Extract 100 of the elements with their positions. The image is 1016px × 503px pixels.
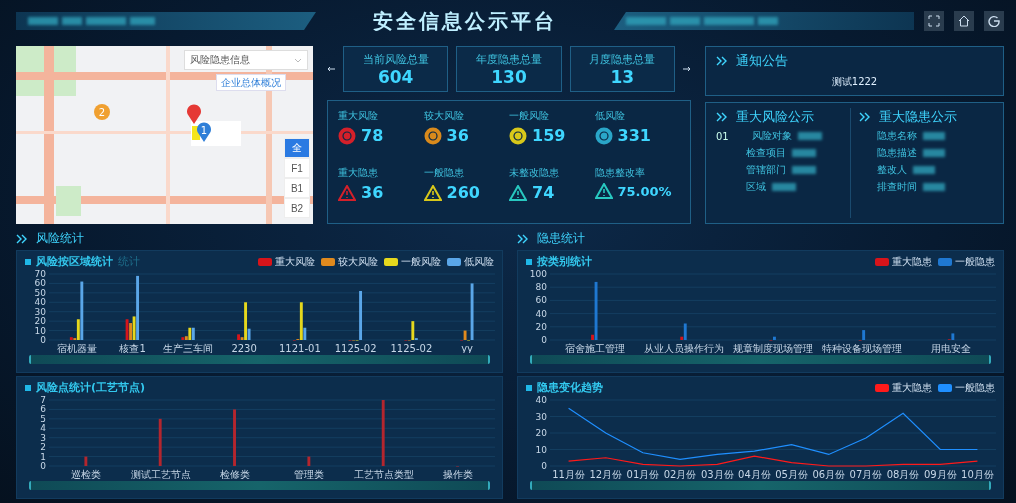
category-label: 工艺节点类型 — [353, 469, 414, 479]
logout-button[interactable] — [984, 11, 1004, 31]
redacted-value — [923, 183, 945, 191]
category-label: 05月份 — [775, 469, 808, 479]
zoom-slider[interactable] — [29, 355, 490, 364]
stat-value: 36 — [446, 126, 469, 145]
legend-swatch[interactable] — [258, 257, 272, 266]
legend-swatch[interactable] — [875, 257, 889, 266]
floor-button[interactable]: B2 — [284, 198, 310, 218]
legend-label: 重大隐患 — [892, 380, 932, 395]
total-label: 年度隐患总量 — [476, 51, 542, 67]
legend-label: 一般隐患 — [955, 254, 995, 269]
floor-button[interactable]: F1 — [284, 158, 310, 178]
category-label: 用电安全 — [931, 343, 972, 353]
field-label: 排查时间 — [877, 180, 917, 194]
category-label: 测试工艺节点 — [130, 469, 191, 479]
tick-label: 20 — [535, 428, 547, 438]
tick-label: 1 — [40, 451, 46, 462]
category-label: 10月份 — [961, 469, 994, 479]
category-label: 核查1 — [119, 343, 146, 353]
zoom-slider[interactable] — [29, 481, 490, 490]
caret-icon — [294, 57, 302, 63]
layer-select[interactable]: 风险隐患信息 — [184, 50, 308, 70]
expand-icon — [928, 15, 940, 27]
chevron-icon — [517, 233, 529, 244]
stat-value: 260 — [446, 183, 480, 202]
chart-title: 风险点统计(工艺节点) — [36, 380, 146, 395]
category-label: 2230 — [231, 343, 257, 353]
tick-label: 4 — [40, 423, 46, 434]
tick-label: 100 — [529, 269, 547, 279]
home-button[interactable] — [954, 11, 974, 31]
field-label: 检查项目 — [746, 146, 786, 160]
field-label: 区域 — [746, 180, 766, 194]
legend-swatch[interactable] — [321, 257, 335, 266]
arrow-right-icon[interactable] — [683, 66, 691, 72]
legend-swatch[interactable] — [384, 257, 398, 266]
map-pin-icon[interactable]: 1 — [196, 122, 212, 142]
redacted-value — [923, 149, 945, 157]
legend-label: 低风险 — [464, 254, 494, 269]
stat-label: 隐患整改率 — [594, 166, 646, 180]
tick-label: 40 — [535, 308, 547, 319]
stat-value: 159 — [532, 126, 566, 145]
floor-button[interactable]: B1 — [284, 178, 310, 198]
chart-title: 风险按区域统计 — [36, 254, 113, 269]
legend-label: 重大风险 — [275, 254, 315, 269]
redacted-value — [913, 166, 935, 174]
fullscreen-button[interactable] — [924, 11, 944, 31]
chart-title: 隐患变化趋势 — [537, 380, 603, 395]
chevron-icon — [859, 112, 871, 122]
redacted-value — [772, 183, 796, 191]
stat-label: 较大风险 — [423, 109, 465, 123]
notice-text[interactable]: 测试1222 — [831, 76, 878, 87]
category-label: 07月份 — [849, 469, 883, 479]
arrow-left-icon[interactable] — [327, 66, 335, 72]
field-label: 隐患名称 — [877, 129, 917, 143]
panel-title: 重大风险公示 — [736, 108, 814, 126]
zoom-slider[interactable] — [530, 355, 991, 364]
stat-label: 重大隐患 — [338, 166, 379, 180]
tick-label: 80 — [535, 282, 547, 293]
legend-swatch[interactable] — [938, 383, 952, 392]
category-label: 生产三车间 — [163, 343, 214, 353]
stat-label: 低风险 — [594, 109, 626, 123]
row-index: 01 — [716, 130, 730, 142]
floor-button[interactable]: 全 — [284, 138, 310, 158]
stat-value: 78 — [361, 126, 384, 145]
stat-label: 重大风险 — [338, 109, 379, 123]
square-icon — [25, 384, 31, 391]
zoom-slider[interactable] — [530, 481, 991, 490]
section-title: 风险统计 — [36, 230, 84, 247]
total-value: 130 — [491, 66, 527, 87]
tick-label: 70 — [34, 269, 46, 279]
panel-title: 重大隐患公示 — [879, 108, 957, 126]
tick-label: 60 — [535, 295, 547, 306]
tick-label: 60 — [34, 278, 46, 289]
tick-label: 50 — [34, 287, 46, 298]
legend-swatch[interactable] — [875, 383, 889, 392]
redacted-value — [798, 132, 822, 140]
panel-title: 通知公告 — [736, 52, 788, 70]
category-label: 管理类 — [294, 469, 325, 479]
legend-swatch[interactable] — [938, 257, 952, 266]
tick-label: 3 — [40, 432, 46, 443]
legend-label: 一般风险 — [401, 254, 441, 269]
map-pin-icon[interactable] — [186, 104, 202, 124]
tick-label: 30 — [34, 306, 46, 317]
field-label: 风险对象 — [752, 129, 792, 143]
tick-label: 20 — [34, 316, 46, 327]
square-icon — [526, 384, 532, 391]
category-label: 1121-01 — [279, 343, 321, 353]
total-label: 月度隐患总量 — [589, 51, 656, 67]
legend-swatch[interactable] — [447, 257, 461, 266]
section-title: 隐患统计 — [537, 230, 585, 247]
tick-label: 40 — [535, 395, 547, 405]
chevron-icon — [716, 112, 728, 122]
stat-value: 75.00% — [617, 183, 672, 199]
chart-title-suffix: 统计 — [118, 254, 140, 269]
overview-button[interactable]: 企业总体概况 — [216, 74, 286, 91]
category-label: 03月份 — [700, 469, 734, 479]
bar — [84, 456, 88, 466]
tick-label: 7 — [40, 395, 46, 405]
tick-label: 6 — [40, 404, 46, 415]
